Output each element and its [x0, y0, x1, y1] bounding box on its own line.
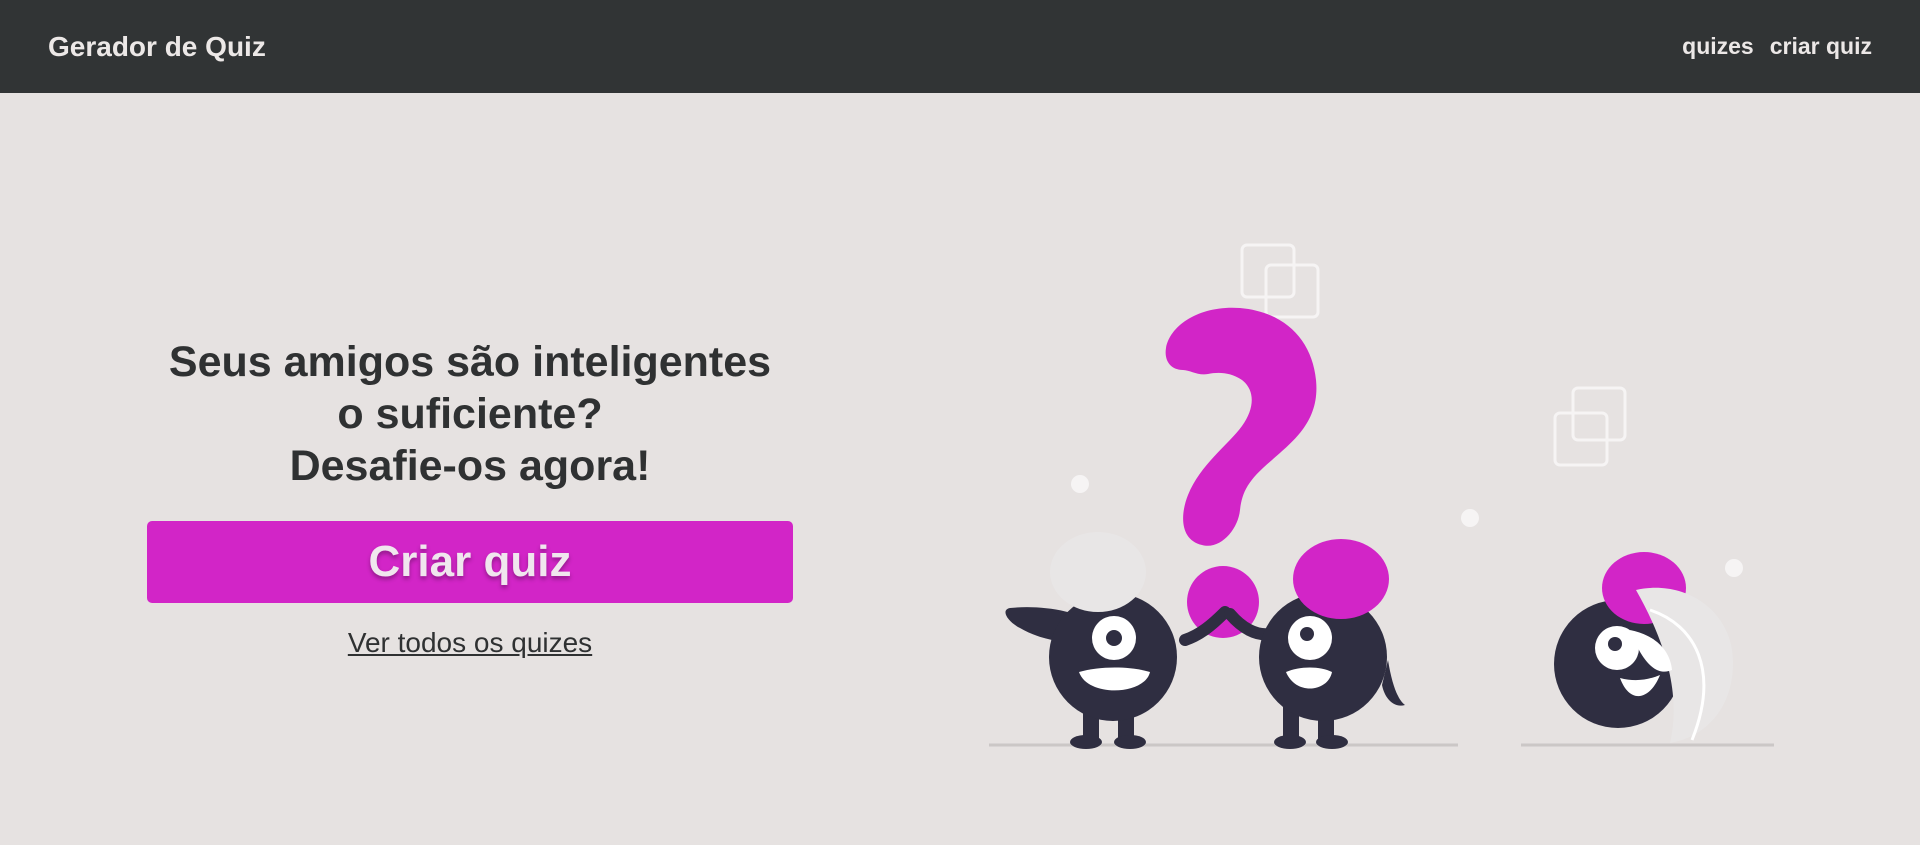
brand-link[interactable]: Gerador de Quiz — [48, 31, 266, 63]
outline-squares-right — [1553, 386, 1627, 467]
nav-link-criar-quiz[interactable]: criar quiz — [1770, 33, 1872, 60]
hero-headline: Seus amigos são inteligentes o suficient… — [147, 336, 793, 492]
nav-link-quizes[interactable]: quizes — [1682, 33, 1754, 60]
dot-2 — [1461, 509, 1479, 527]
headline-line-1: Seus amigos são inteligentes — [168, 338, 772, 386]
create-quiz-button[interactable]: Criar quiz — [147, 521, 793, 603]
character-right — [1554, 552, 1733, 743]
question-mark-icon — [1165, 307, 1317, 546]
top-navbar: Gerador de Quiz quizes criar quiz — [0, 0, 1920, 93]
character-middle — [1224, 539, 1405, 749]
dot-1 — [1071, 475, 1089, 493]
headline-line-2: o suficiente? — [337, 390, 603, 438]
outline-squares-top — [1240, 243, 1320, 319]
character-left — [1005, 532, 1231, 749]
hero-section: Seus amigos são inteligentes o suficient… — [147, 336, 793, 659]
see-all-quizes-link[interactable]: Ver todos os quizes — [348, 627, 592, 659]
question-mark-characters-illustration — [989, 243, 1774, 749]
nav-links: quizes criar quiz — [1682, 33, 1872, 60]
headline-line-3: Desafie-os agora! — [289, 442, 651, 490]
dot-3 — [1725, 559, 1743, 577]
